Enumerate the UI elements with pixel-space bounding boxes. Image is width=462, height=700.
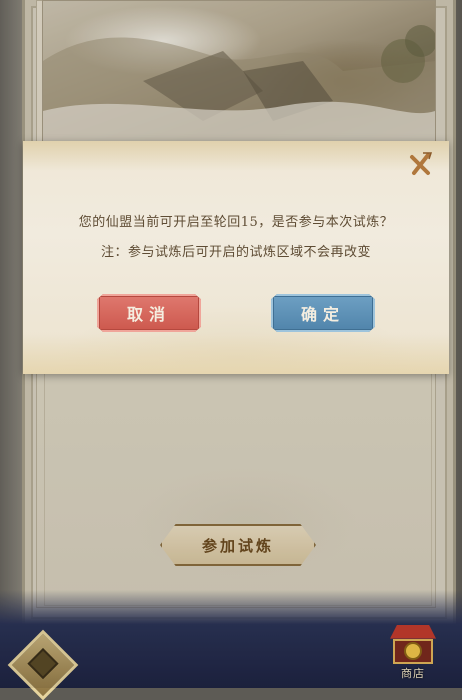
close-button[interactable] xyxy=(407,150,435,178)
dialog-note: 注：参与试炼后可开启的试炼区域不会再改变 xyxy=(100,245,371,260)
cancel-button-label: 取消 xyxy=(126,305,171,324)
confirm-button-label: 确定 xyxy=(300,305,345,324)
cancel-button[interactable]: 取消 xyxy=(97,294,201,332)
confirm-button[interactable]: 确定 xyxy=(271,294,375,332)
dialog-message: 您的仙盟当前可开启至轮回15，是否参与本次试炼？ xyxy=(78,215,394,230)
close-x-icon xyxy=(410,152,433,175)
confirm-dialog: 您的仙盟当前可开启至轮回15，是否参与本次试炼？ 注：参与试炼后可开启的试炼区域… xyxy=(23,141,449,374)
